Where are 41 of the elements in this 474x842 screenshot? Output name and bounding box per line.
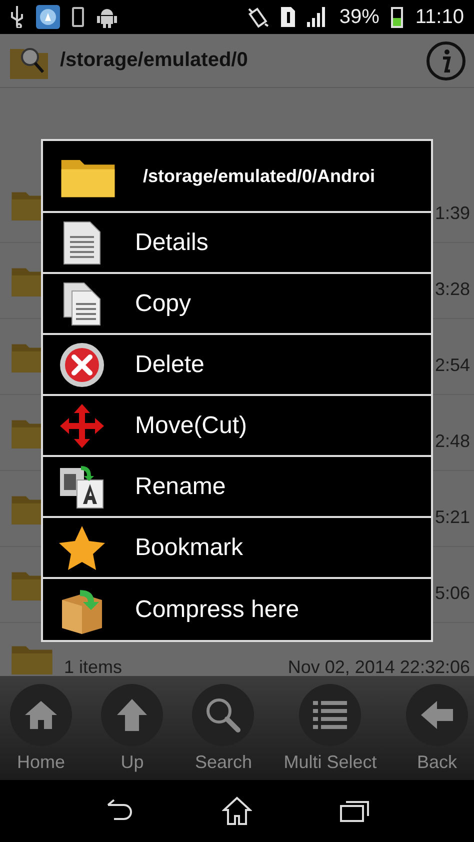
menu-item[interactable]: Rename	[43, 457, 431, 518]
toolbar-button[interactable]: Multi Select	[284, 684, 377, 780]
back-arrow-icon	[420, 700, 454, 730]
current-path: /storage/emulated/0	[60, 49, 249, 72]
modified-time: 2:54	[434, 354, 470, 374]
android-icon	[96, 6, 118, 28]
home-icon[interactable]	[222, 796, 252, 826]
up-arrow-icon	[116, 698, 148, 732]
modified-time: 3:28	[434, 278, 470, 298]
move-arrows-icon	[58, 402, 106, 450]
item-count: 1 items	[64, 658, 122, 676]
delete-icon	[59, 342, 105, 388]
menu-item[interactable]: Details	[43, 213, 431, 274]
dialog-title: /storage/emulated/0/Androi	[143, 166, 376, 186]
search-icon	[205, 697, 242, 733]
menu-item[interactable]: Bookmark	[43, 518, 431, 579]
info-icon[interactable]	[426, 40, 466, 80]
clock: 11:10	[415, 6, 464, 28]
recent-apps-icon[interactable]	[340, 799, 370, 823]
modified-time: Nov 02, 2014 22:32:06	[288, 658, 470, 676]
phone-icon	[72, 7, 84, 27]
document-icon	[62, 220, 102, 266]
menu-item[interactable]: Move(Cut)	[43, 396, 431, 457]
vibrate-icon	[247, 6, 270, 28]
modified-time: 5:21	[434, 506, 470, 526]
usb-icon	[10, 6, 24, 28]
copy-icon	[62, 280, 102, 326]
modified-time: 1:39	[434, 202, 470, 222]
menu-item[interactable]: Delete	[43, 335, 431, 396]
modified-time: 2:48	[434, 430, 470, 450]
battery-icon	[391, 6, 404, 28]
battery-percent: 39%	[339, 6, 380, 28]
signal-icon	[307, 7, 328, 27]
menu-item[interactable]: Copy	[43, 274, 431, 335]
star-icon	[58, 524, 106, 570]
rename-icon	[59, 464, 105, 510]
sim-card-icon	[281, 7, 296, 27]
list-icon	[313, 700, 348, 730]
modified-time: 5:06	[434, 582, 470, 602]
menu-item[interactable]: Compress here	[43, 579, 431, 640]
home-icon	[24, 700, 58, 730]
